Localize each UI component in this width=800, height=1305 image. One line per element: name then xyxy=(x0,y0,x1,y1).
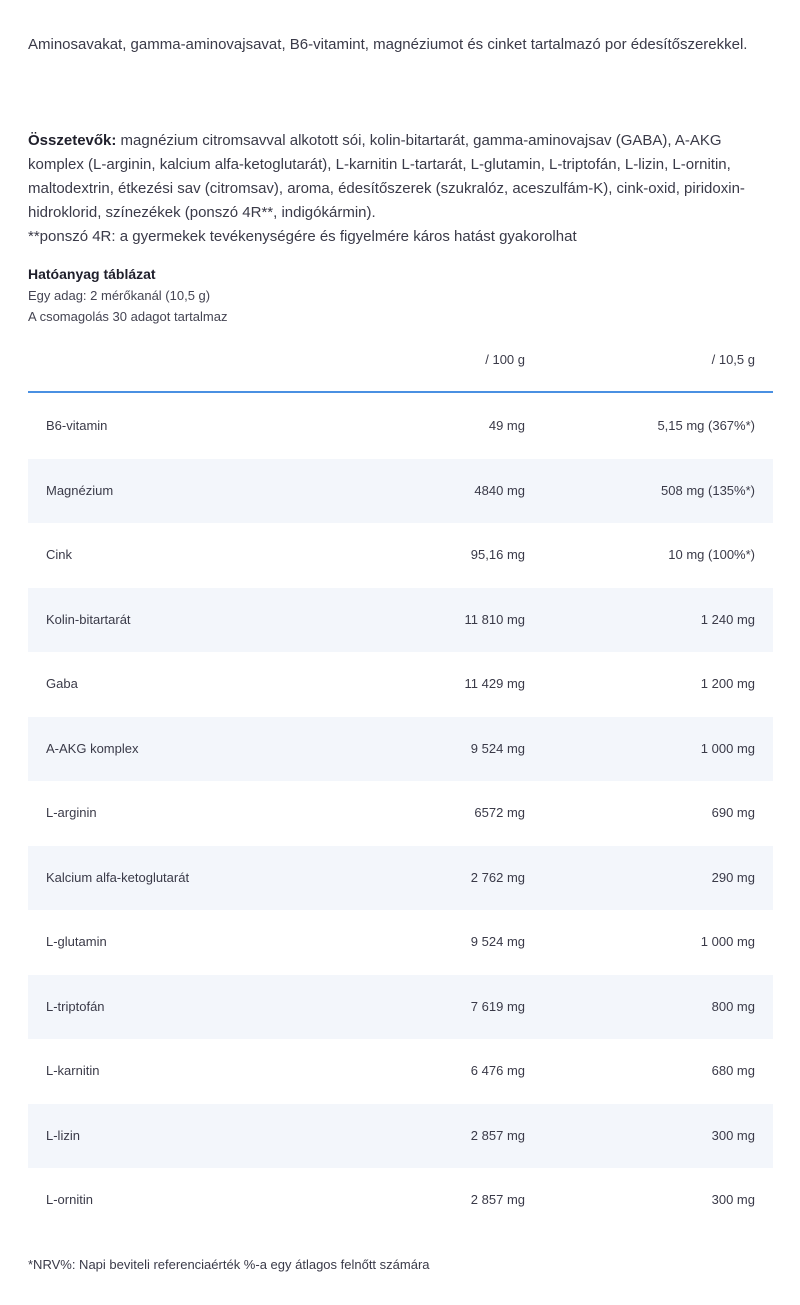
value-per-serving: 300 mg xyxy=(711,1192,755,1207)
value-per-serving: 690 mg xyxy=(711,805,755,820)
header-per-serving: / 10,5 g xyxy=(711,352,755,367)
value-per-100g: 7 619 mg xyxy=(470,998,525,1014)
nutrient-name: Gaba xyxy=(46,676,78,691)
nutrient-name: Magnézium xyxy=(46,482,114,498)
ingredients-paragraph: Összetevők: magnézium citromsavval alkot… xyxy=(28,129,776,225)
value-per-100g: 9 524 mg xyxy=(470,740,525,756)
table-row: L-lizin 2 857 mg 300 mg xyxy=(28,1103,773,1168)
colorant-warning: **ponszó 4R: a gyermekek tevékenységére … xyxy=(28,228,577,245)
table-row: Cink 95,16 mg 10 mg (100%*) xyxy=(28,523,773,588)
value-per-100g: 6572 mg xyxy=(474,805,525,820)
value-per-serving: 1 200 mg xyxy=(700,676,755,691)
value-per-100g: 9 524 mg xyxy=(470,934,525,949)
nutrient-table-body: B6-vitamin 49 mg 5,15 mg (367%*) Magnézi… xyxy=(28,394,773,1233)
value-per-serving: 1 000 mg xyxy=(700,740,755,756)
nutrient-name: L-glutamin xyxy=(46,934,107,949)
nrv-footnote: *NRV%: Napi beviteli referenciaérték %-a… xyxy=(28,1257,430,1272)
product-description: Aminosavakat, gamma-aminovajsavat, B6-vi… xyxy=(28,36,748,53)
table-row: L-karnitin 6 476 mg 680 mg xyxy=(28,1039,773,1104)
nutrient-name: B6-vitamin xyxy=(46,418,108,433)
header-per-100g: / 100 g xyxy=(485,352,525,367)
package-servings: A csomagolás 30 adagot tartalmaz xyxy=(28,309,228,324)
table-header: / 100 g / 10,5 g xyxy=(28,340,773,393)
value-per-100g: 49 mg xyxy=(488,418,525,433)
value-per-serving: 800 mg xyxy=(711,998,755,1014)
value-per-serving: 680 mg xyxy=(711,1063,755,1078)
value-per-serving: 290 mg xyxy=(711,869,755,885)
nutrient-name: A-AKG komplex xyxy=(46,740,139,756)
value-per-serving: 300 mg xyxy=(711,1127,755,1143)
value-per-100g: 2 762 mg xyxy=(470,869,525,885)
nutrient-name: Kalcium alfa-ketoglutarát xyxy=(46,869,190,885)
nutrient-name: Kolin-bitartarát xyxy=(46,611,131,627)
table-row: Magnézium 4840 mg 508 mg (135%*) xyxy=(28,458,773,523)
value-per-100g: 6 476 mg xyxy=(470,1063,525,1078)
value-per-100g: 4840 mg xyxy=(474,482,525,498)
value-per-100g: 95,16 mg xyxy=(470,547,525,562)
value-per-100g: 2 857 mg xyxy=(470,1127,525,1143)
table-row: L-glutamin 9 524 mg 1 000 mg xyxy=(28,910,773,975)
table-title: Hatóanyag táblázat xyxy=(28,266,156,282)
table-row: Kolin-bitartarát 11 810 mg 1 240 mg xyxy=(28,587,773,652)
value-per-100g: 11 429 mg xyxy=(464,676,525,691)
table-row: L-triptofán 7 619 mg 800 mg xyxy=(28,974,773,1039)
nutrient-name: Cink xyxy=(46,547,73,562)
ingredients-text: magnézium citromsavval alkotott sói, kol… xyxy=(28,132,745,221)
value-per-100g: 2 857 mg xyxy=(470,1192,525,1207)
table-row: L-arginin 6572 mg 690 mg xyxy=(28,781,773,846)
nutrient-name: L-ornitin xyxy=(46,1192,93,1207)
nutrient-name: L-triptofán xyxy=(46,998,105,1014)
value-per-serving: 1 240 mg xyxy=(700,611,755,627)
value-per-serving: 5,15 mg (367%*) xyxy=(657,418,755,433)
value-per-serving: 1 000 mg xyxy=(700,934,755,949)
nutrient-name: L-arginin xyxy=(46,805,97,820)
serving-size: Egy adag: 2 mérőkanál (10,5 g) xyxy=(28,288,211,303)
value-per-100g: 11 810 mg xyxy=(464,611,525,627)
nutrient-name: L-lizin xyxy=(46,1127,80,1143)
table-row: Kalcium alfa-ketoglutarát 2 762 mg 290 m… xyxy=(28,845,773,910)
table-row: L-ornitin 2 857 mg 300 mg xyxy=(28,1168,773,1233)
table-row: Gaba 11 429 mg 1 200 mg xyxy=(28,652,773,717)
value-per-serving: 10 mg (100%*) xyxy=(668,547,755,562)
table-row: A-AKG komplex 9 524 mg 1 000 mg xyxy=(28,716,773,781)
value-per-serving: 508 mg (135%*) xyxy=(661,482,755,498)
table-row: B6-vitamin 49 mg 5,15 mg (367%*) xyxy=(28,394,773,459)
nutrient-name: L-karnitin xyxy=(46,1063,100,1078)
ingredients-label: Összetevők: xyxy=(28,132,117,149)
